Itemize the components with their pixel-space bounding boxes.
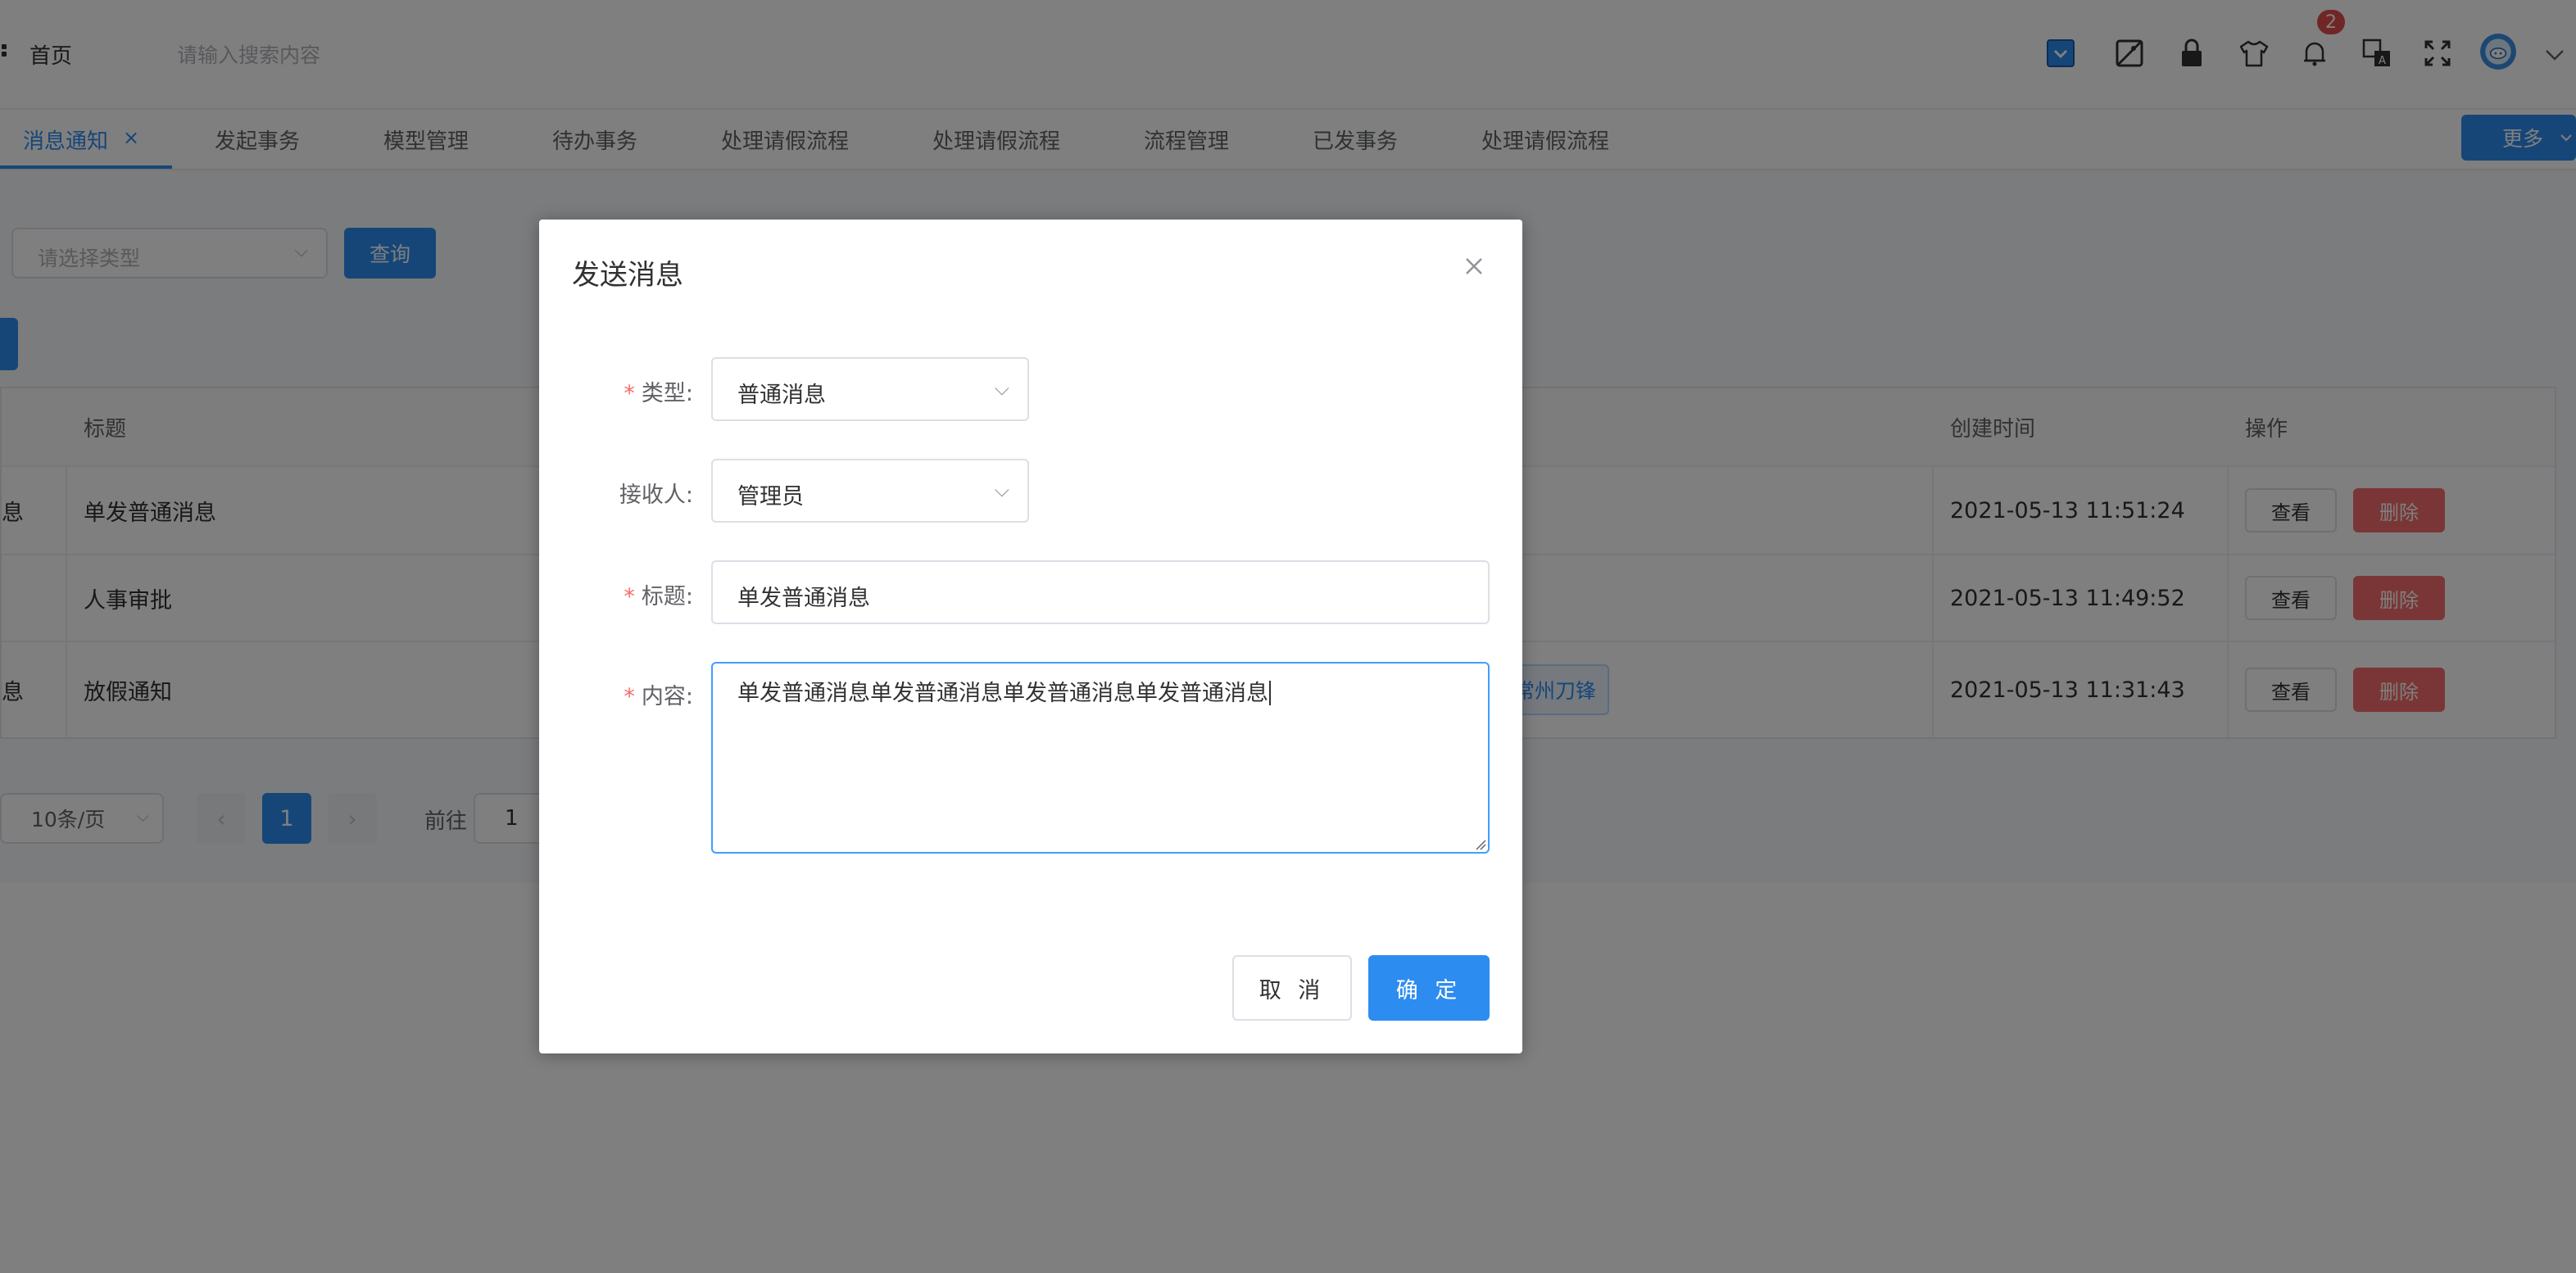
- type-value: 普通消息: [737, 383, 826, 408]
- content-textarea[interactable]: 单发普通消息单发普通消息单发普通消息单发普通消息: [711, 662, 1490, 854]
- close-icon[interactable]: [1462, 254, 1486, 279]
- dialog-title: 发送消息: [572, 259, 683, 292]
- chevron-down-icon: ⌵: [994, 377, 1009, 400]
- receiver-label: 接收人:: [619, 482, 693, 508]
- chevron-down-icon: ⌵: [994, 478, 1009, 501]
- resize-handle-icon[interactable]: [1473, 837, 1486, 850]
- type-label: * 类型:: [624, 381, 693, 406]
- type-select[interactable]: 普通消息 ⌵: [711, 357, 1029, 421]
- title-input[interactable]: 单发普通消息: [711, 560, 1490, 624]
- receiver-value: 管理员: [737, 484, 804, 510]
- cancel-button[interactable]: 取 消: [1232, 955, 1352, 1021]
- title-label: * 标题:: [624, 584, 693, 609]
- text-caret: [1269, 681, 1271, 705]
- send-message-dialog: 发送消息 * 类型: 普通消息 ⌵ 接收人: 管理员 ⌵ * 标题: 单发普通消息 …: [539, 220, 1522, 1053]
- receiver-select[interactable]: 管理员 ⌵: [711, 459, 1029, 523]
- confirm-button[interactable]: 确 定: [1368, 955, 1490, 1021]
- content-text: 单发普通消息单发普通消息单发普通消息单发普通消息: [737, 681, 1268, 706]
- content-label: * 内容:: [624, 684, 693, 709]
